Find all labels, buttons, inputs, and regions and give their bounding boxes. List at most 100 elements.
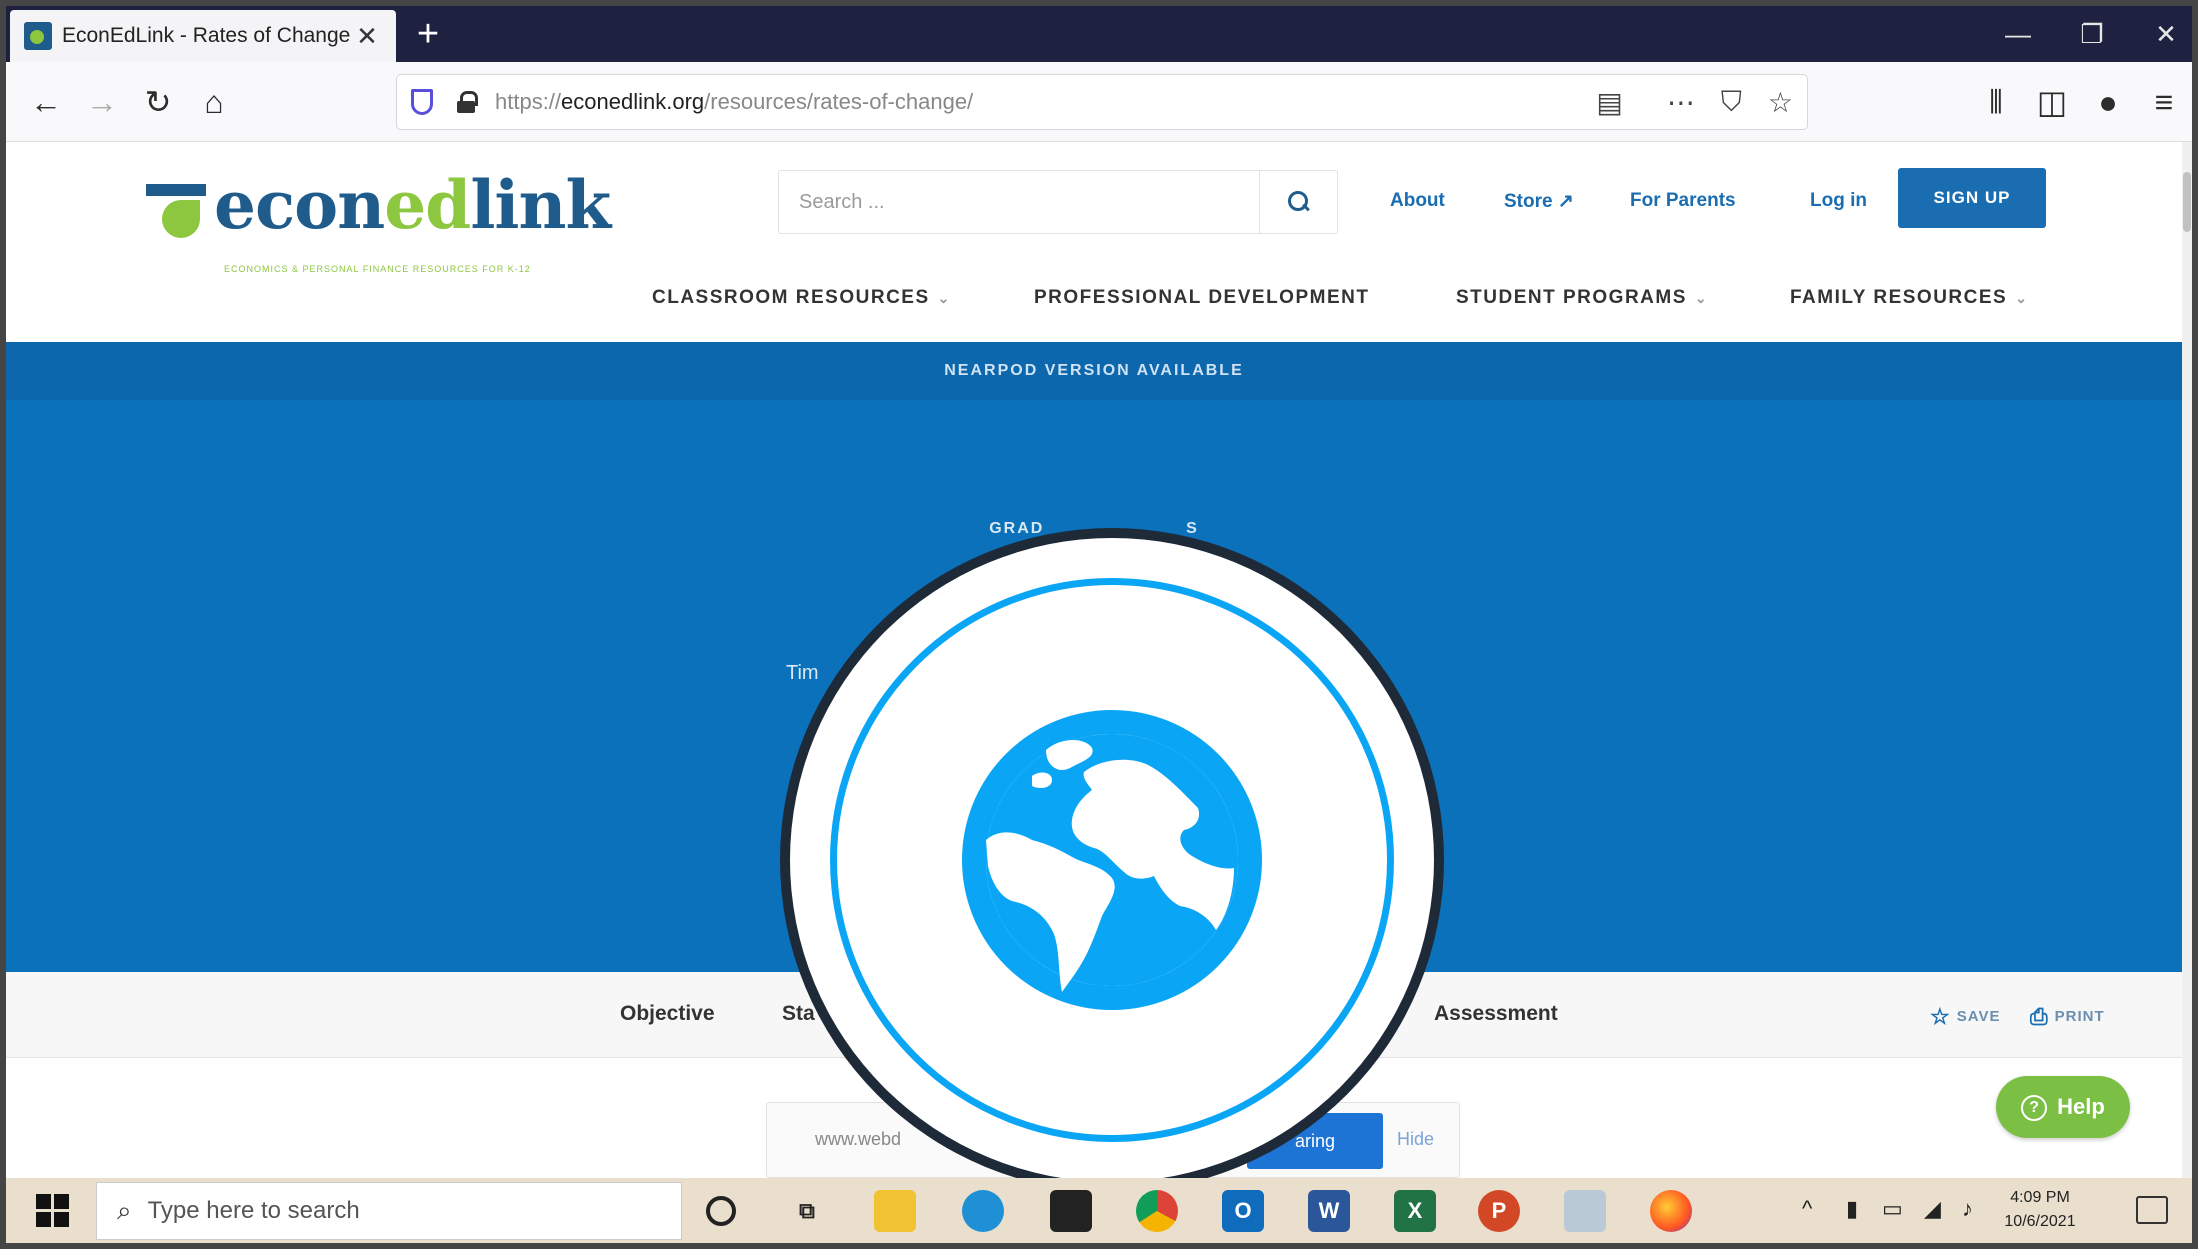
nav-label: PROFESSIONAL DEVELOPMENT: [1034, 287, 1370, 308]
site-header: econedlink ECONOMICS & PERSONAL FINANCE …: [6, 142, 2192, 348]
globe-overlay: [780, 528, 1444, 1192]
econedlink-favicon-icon: [24, 22, 52, 50]
chevron-up-icon[interactable]: ^: [1802, 1196, 1812, 1222]
nav-label: STUDENT PROGRAMS: [1456, 287, 1687, 308]
outlook-icon[interactable]: O: [1222, 1190, 1264, 1232]
tab-standards[interactable]: Sta: [782, 1002, 815, 1026]
browser-toolbar: ← → ↻ ⌂ https://econedlink.org/resources…: [6, 62, 2192, 142]
chevron-down-icon: ⌄: [937, 290, 951, 306]
taskbar-search-placeholder: Type here to search: [147, 1197, 360, 1224]
pocket-icon[interactable]: ⛉: [1721, 86, 1742, 119]
notification-center-icon[interactable]: [2136, 1196, 2168, 1224]
microphone-icon[interactable]: ▮: [1846, 1196, 1858, 1222]
site-search-button[interactable]: [1259, 171, 1337, 233]
file-explorer-icon[interactable]: [874, 1190, 916, 1232]
help-label: Help: [2057, 1094, 2105, 1119]
more-actions-icon[interactable]: ⋯: [1667, 86, 1695, 119]
help-icon: ?: [2021, 1095, 2048, 1121]
logo-mark-icon: [146, 176, 208, 238]
site-search: Search ...: [778, 170, 1338, 234]
close-tab-icon[interactable]: ✕: [352, 21, 382, 52]
word-icon[interactable]: W: [1308, 1190, 1350, 1232]
excel-icon[interactable]: X: [1394, 1190, 1436, 1232]
new-tab-button[interactable]: +: [406, 14, 450, 54]
print-label: PRINT: [2054, 1008, 2105, 1025]
clock-date: 10/6/2021: [2004, 1213, 2076, 1230]
save-label: SAVE: [1956, 1008, 2001, 1025]
home-icon[interactable]: ⌂: [192, 80, 236, 124]
network-icon[interactable]: ◢: [1924, 1196, 1941, 1222]
task-view-icon[interactable]: ⧉: [786, 1190, 828, 1232]
chevron-down-icon: ⌄: [2015, 290, 2029, 306]
econedlink-logo[interactable]: econedlink ECONOMICS & PERSONAL FINANCE …: [146, 166, 611, 274]
back-icon[interactable]: ←: [24, 80, 68, 124]
print-icon: ⎙: [2030, 1004, 2049, 1029]
site-search-input[interactable]: Search ...: [779, 171, 1259, 233]
nearpod-banner[interactable]: NEARPOD VERSION AVAILABLE: [6, 342, 2182, 400]
edge-icon[interactable]: [962, 1190, 1004, 1232]
nav-label: FAMILY RESOURCES: [1790, 287, 2008, 308]
hide-link[interactable]: Hide: [1397, 1129, 1434, 1150]
powerpoint-icon[interactable]: P: [1478, 1190, 1520, 1232]
maximize-button[interactable]: ❐: [2062, 12, 2122, 56]
overlay-inner-circle: [790, 538, 1434, 1182]
windows-start-icon[interactable]: [36, 1194, 70, 1228]
chrome-icon[interactable]: [1136, 1190, 1178, 1232]
nav-professional-development[interactable]: PROFESSIONAL DEVELOPMENT: [1034, 287, 1369, 309]
reload-icon[interactable]: ↻: [136, 80, 180, 124]
logo-tagline: ECONOMICS & PERSONAL FINANCE RESOURCES F…: [224, 264, 531, 274]
help-button[interactable]: ? Help: [1996, 1076, 2130, 1138]
search-icon: [1287, 191, 1310, 213]
nav-label: CLASSROOM RESOURCES: [652, 287, 930, 308]
windows-taskbar: ⌕ Type here to search ⧉ O W X P ^ ▮ ▭ ◢ …: [6, 1178, 2192, 1243]
close-window-button[interactable]: ✕: [2136, 12, 2192, 56]
globe-icon: [962, 710, 1262, 1010]
tab-assessment[interactable]: Assessment: [1434, 1002, 1558, 1026]
tracking-protection-shield-icon[interactable]: [411, 89, 433, 115]
page-scrollbar[interactable]: [2182, 142, 2192, 1178]
address-bar[interactable]: https://econedlink.org/resources/rates-o…: [396, 74, 1808, 130]
taskbar-clock[interactable]: 4:09 PM 10/6/2021: [2000, 1186, 2080, 1234]
volume-icon[interactable]: ♪: [1962, 1196, 1973, 1222]
taskbar-search[interactable]: ⌕ Type here to search: [96, 1182, 682, 1240]
sign-up-button[interactable]: SIGN UP: [1898, 168, 2046, 228]
browser-tab-strip: EconEdLink - Rates of Change ✕ + — ❐ ✕: [6, 6, 2192, 62]
clock-time: 4:09 PM: [2010, 1189, 2070, 1206]
cortana-icon[interactable]: [706, 1196, 736, 1226]
chevron-down-icon: ⌄: [1694, 290, 1709, 306]
battery-icon[interactable]: ▭: [1882, 1196, 1903, 1222]
scroll-thumb[interactable]: [2183, 172, 2191, 232]
menu-icon[interactable]: ≡: [2142, 80, 2186, 124]
nav-student-programs[interactable]: STUDENT PROGRAMS ⌄: [1456, 287, 1708, 309]
desktop-screen: EconEdLink - Rates of Change ✕ + — ❐ ✕ ←…: [6, 6, 2192, 1243]
sidebar-icon[interactable]: ◫: [2030, 80, 2074, 124]
tab-title: EconEdLink - Rates of Change: [62, 24, 351, 47]
nav-family-resources[interactable]: FAMILY RESOURCES ⌄: [1790, 287, 2028, 309]
lock-icon[interactable]: [457, 91, 478, 113]
about-link[interactable]: About: [1390, 190, 1445, 212]
firefox-icon[interactable]: [1650, 1190, 1692, 1232]
store-icon[interactable]: [1050, 1190, 1092, 1232]
account-icon[interactable]: ●: [2086, 80, 2130, 124]
browser-tab[interactable]: EconEdLink - Rates of Change ✕: [10, 10, 396, 62]
share-url: www.webd: [815, 1129, 902, 1149]
minimize-button[interactable]: —: [1988, 12, 2048, 56]
store-link[interactable]: Store ↗: [1504, 190, 1574, 213]
nav-classroom-resources[interactable]: CLASSROOM RESOURCES ⌄: [652, 287, 951, 309]
for-parents-link[interactable]: For Parents: [1630, 190, 1736, 212]
save-button[interactable]: ☆ SAVE: [1930, 1004, 2000, 1030]
screen-frame: EconEdLink - Rates of Change ✕ + — ❐ ✕ ←…: [0, 0, 2198, 1249]
tab-objective[interactable]: Objective: [620, 1002, 715, 1026]
login-link[interactable]: Log in: [1810, 190, 1867, 212]
time-label: Tim: [786, 662, 819, 684]
paint-icon[interactable]: [1564, 1190, 1606, 1232]
reader-view-icon[interactable]: ▤: [1596, 86, 1622, 119]
print-button[interactable]: ⎙ PRINT: [2030, 1004, 2105, 1030]
forward-icon[interactable]: →: [80, 80, 124, 124]
star-icon: ☆: [1930, 1004, 1951, 1029]
search-icon: ⌕: [117, 1195, 132, 1225]
library-icon[interactable]: ⫴: [1974, 80, 2018, 124]
logo-wordmark: econedlink: [214, 166, 611, 244]
url-text[interactable]: https://econedlink.org/resources/rates-o…: [495, 89, 1570, 115]
bookmark-star-icon[interactable]: ☆: [1768, 86, 1793, 119]
